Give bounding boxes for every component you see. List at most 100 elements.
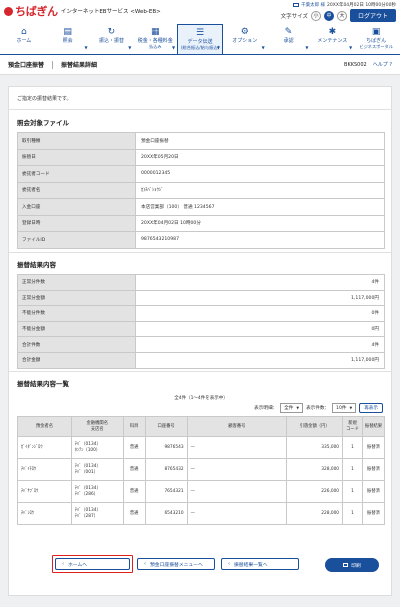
kv-label: 振替日	[17, 148, 136, 166]
kv-row: 取引種類 預金口座振替	[17, 132, 385, 150]
chevron-down-icon: ▼	[296, 406, 300, 410]
chevron-left-icon: ‹	[144, 561, 146, 567]
nav-item-8[interactable]: ▣ ちばぎん ビジネスポータル	[354, 24, 398, 54]
chevron-down-icon: ▼	[84, 44, 88, 50]
printer-icon	[343, 563, 349, 567]
cell-code: 1	[342, 502, 363, 525]
cell-customer: —	[186, 480, 288, 503]
cell-result: 振替済	[362, 458, 385, 481]
cell-amount: 335,000	[286, 436, 344, 459]
detail-filter-select[interactable]: 全件 ▼	[280, 403, 304, 413]
chevron-down-icon: ▼	[305, 44, 309, 50]
chevron-down-icon: ▼	[349, 406, 353, 410]
home-button-label: ホームへ	[68, 562, 88, 568]
nav-item-0[interactable]: ⌂ ホーム	[2, 24, 46, 54]
nav-item-5[interactable]: ⚙ オプション ▼	[223, 24, 267, 54]
redisplay-button[interactable]: 再表示	[359, 403, 383, 413]
last-login: 20XX年04月02日 10時00分00秒	[327, 3, 396, 8]
nav-label: メンテナンス	[317, 38, 348, 44]
nav-item-1[interactable]: ▤ 照会 ▼	[46, 24, 90, 54]
result-list-button[interactable]: ‹ 振替結果一覧へ	[221, 558, 299, 570]
kv-value: 0円	[135, 320, 385, 338]
nav-item-3[interactable]: ▦ 税金・各種料金 払込み ▼	[133, 24, 177, 54]
cell-bank: ﾁﾊﾞ（0134） ﾁﾊﾞ（286）	[70, 480, 124, 503]
logout-button[interactable]: ログアウト	[349, 9, 396, 22]
kv-value: 1,117,000円	[135, 351, 385, 369]
nav-sublabel: (総合振込/給与振込)	[180, 44, 220, 50]
kv-label: 委託者名	[17, 181, 136, 199]
cell-type: 普通	[122, 480, 146, 503]
menu-button-label: 預金口座振替メニューへ	[150, 562, 203, 568]
breadcrumb-service: 預金口座振替	[8, 62, 45, 69]
mail-icon[interactable]	[293, 3, 300, 7]
chevron-down-icon: ▼	[172, 44, 176, 50]
font-small-button[interactable]: 小	[310, 10, 321, 21]
approval-icon: ✎	[284, 27, 293, 37]
kv-row: ファイルID 9876543210987	[17, 231, 385, 249]
kv-value: 本店営業部（100） 普通 1234567	[135, 198, 385, 216]
home-icon: ⌂	[21, 27, 27, 37]
print-button[interactable]: 印刷	[325, 558, 379, 572]
cell-code: 1	[342, 436, 363, 459]
print-button-label: 印刷	[351, 563, 361, 569]
title-right: BKKS002 ヘルプ ?	[344, 61, 392, 69]
page-title: 振替結果詳細	[61, 62, 98, 69]
kv-row: 正常分金額 1,117,000円	[17, 289, 385, 307]
kv-label: 正常分金額	[17, 289, 136, 307]
display-count-select[interactable]: 10件 ▼	[332, 403, 357, 413]
home-button-inner: ‹ ホームへ	[55, 558, 130, 570]
column-header: 引落金額（円）	[286, 416, 344, 437]
list-filter-row: 表示明細： 全件 ▼ 表示件数： 10件 ▼ 再表示	[254, 403, 383, 413]
kv-value: 4件	[135, 336, 385, 353]
kv-label: 取引種類	[17, 132, 136, 150]
font-large-button[interactable]: 大	[336, 10, 347, 21]
kv-value: ｶ)ﾁﾊﾞｼｮｳｼﾞ	[135, 181, 385, 199]
transfer-result-list: 預金者名 金融機関名 支店名 科目 口座番号 顧客番号 引落金額（円） 新規 コード 振替結果…	[17, 416, 385, 525]
kv-row: 不能分金額 0円	[17, 320, 385, 338]
account-transfer-menu-button[interactable]: ‹ 預金口座振替メニューへ	[137, 558, 215, 570]
cell-customer: —	[186, 502, 288, 525]
top-header: ちばぎん インターネットEBサービス <Web-EB> 千葉太郎 様 20XX年…	[0, 0, 400, 24]
column-header: 顧客番号	[186, 416, 288, 437]
table-row: ﾁﾊﾞｻﾌﾞﾛｳ ﾁﾊﾞ（0134） ﾁﾊﾞ（286） 普通 7654321—226,…	[17, 480, 385, 503]
nav-item-4[interactable]: ☰ データ伝送 (総合振込/給与振込) ▼	[177, 24, 223, 54]
user-info: 千葉太郎 様 20XX年04月02日 10時00分00秒	[293, 2, 396, 8]
list-section-title: 振替結果内容一覧	[17, 380, 69, 388]
cell-account: 8765432	[144, 458, 188, 481]
column-header: 科目	[122, 416, 146, 437]
kv-label: 入金口座	[17, 198, 136, 216]
bank-logo[interactable]: ちばぎん インターネットEBサービス <Web-EB>	[4, 3, 161, 19]
inquiry-icon: ▤	[63, 27, 72, 37]
nav-sublabel: ビジネスポータル	[359, 43, 393, 49]
nav-item-7[interactable]: ✱ メンテナンス ▼	[310, 24, 354, 54]
header-controls: 文字サイズ 小 中 大 ログアウト	[281, 9, 396, 22]
kv-row: 振替日 20XX年05月20日	[17, 148, 385, 166]
file-info-table: 取引種類 預金口座振替 振替日 20XX年05月20日 委託者コード 0000012345…	[17, 132, 385, 249]
cell-account: 9876543	[144, 436, 188, 459]
nav-label: 振込・振替	[98, 38, 124, 44]
cell-name: ﾁﾊﾞｲﾁﾛｳ	[17, 458, 72, 481]
detail-filter-value: 全件	[284, 406, 294, 411]
portal-icon: ▣	[371, 27, 381, 37]
nav-item-2[interactable]: ↻ 振込・振替 ▼	[90, 24, 134, 54]
file-section-title: 照会対象ファイル	[17, 119, 69, 127]
cell-customer: —	[186, 458, 288, 481]
nav-item-6[interactable]: ✎ 承認 ▼	[267, 24, 311, 54]
font-medium-button[interactable]: 中	[323, 10, 334, 21]
help-link[interactable]: ヘルプ ?	[373, 61, 392, 68]
cell-type: 普通	[122, 436, 146, 459]
user-name[interactable]: 千葉太郎 様	[301, 2, 325, 8]
cell-name: ﾁﾊﾞｻﾌﾞﾛｳ	[17, 480, 72, 503]
kv-value: 預金口座振替	[135, 132, 385, 150]
kv-label: 不能分件数	[17, 305, 136, 322]
home-button[interactable]: ‹ ホームへ	[52, 555, 133, 573]
kv-row: 正常分件数 4件	[17, 274, 385, 291]
kv-label: ファイルID	[17, 231, 136, 249]
divider	[9, 109, 391, 110]
screen-id: BKKS002	[344, 61, 367, 68]
cell-bank: ﾁﾊﾞ（0134） ﾎﾝﾃﾝ（100）	[70, 436, 124, 459]
kv-row: 登録日時 20XX年04月02日 10時00分	[17, 214, 385, 232]
detail-filter-label: 表示明細：	[254, 406, 278, 411]
column-header: 新規 コード	[342, 416, 363, 437]
global-nav: ⌂ ホーム ▤ 照会 ▼ ↻ 振込・振替 ▼ ▦ 税金・各種料金 払込み ▼ ☰ データ伝送 (総合振込/給…	[0, 24, 400, 55]
